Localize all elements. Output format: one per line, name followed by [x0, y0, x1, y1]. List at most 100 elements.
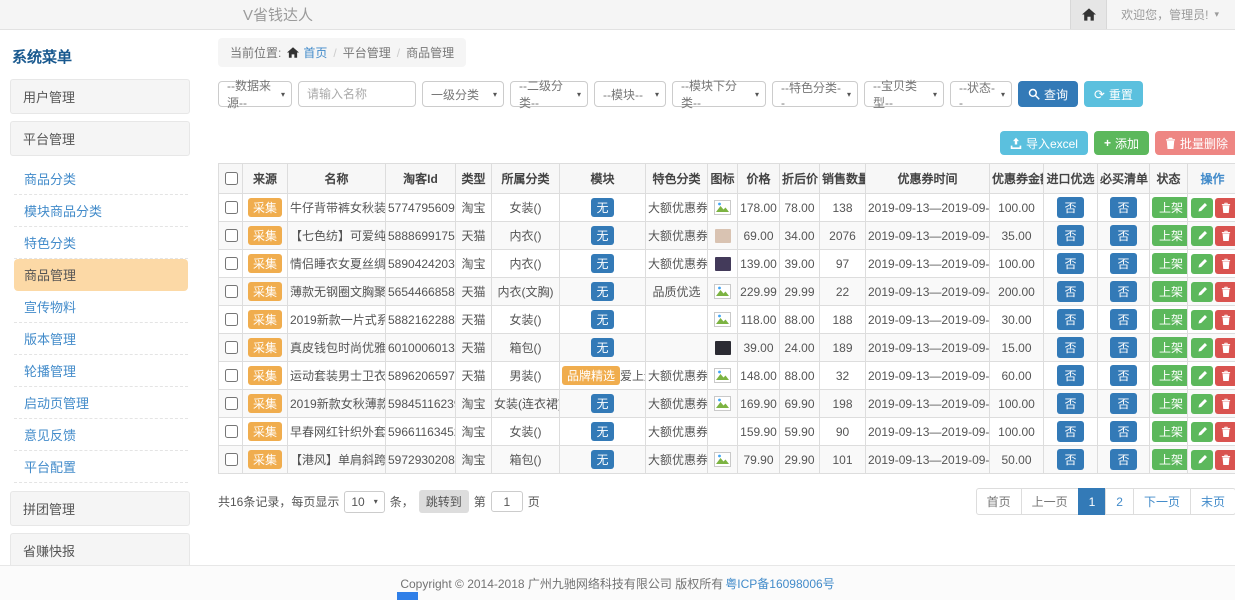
status-button[interactable]: 上架: [1152, 253, 1188, 274]
status-button[interactable]: 上架: [1152, 365, 1188, 386]
edit-button[interactable]: [1191, 366, 1213, 386]
search-button[interactable]: 查询: [1018, 81, 1078, 107]
must-buy-toggle-button[interactable]: 否: [1110, 197, 1136, 218]
sidebar-item-group-buy-management[interactable]: 拼团管理: [10, 491, 190, 526]
first-page-button[interactable]: 首页: [976, 488, 1022, 515]
sidebar-item-feature-category[interactable]: 特色分类: [14, 227, 188, 259]
sidebar-item-save-earn-news[interactable]: 省赚快报: [10, 533, 190, 565]
row-checkbox[interactable]: [225, 369, 238, 382]
must-buy-toggle-button[interactable]: 否: [1110, 365, 1136, 386]
status-button[interactable]: 上架: [1152, 197, 1188, 218]
batch-delete-button[interactable]: 批量删除: [1155, 131, 1235, 155]
delete-button[interactable]: [1215, 450, 1235, 470]
must-buy-toggle-button[interactable]: 否: [1110, 281, 1136, 302]
select-all-checkbox[interactable]: [225, 172, 238, 185]
sidebar-item-splash-page-management[interactable]: 启动页管理: [14, 387, 188, 419]
edit-button[interactable]: [1191, 422, 1213, 442]
edit-button[interactable]: [1191, 282, 1213, 302]
prev-page-button[interactable]: 上一页: [1021, 488, 1079, 515]
status-button[interactable]: 上架: [1152, 421, 1188, 442]
row-checkbox[interactable]: [225, 453, 238, 466]
sidebar-item-user-management[interactable]: 用户管理: [10, 79, 190, 114]
sidebar-item-version-management[interactable]: 版本管理: [14, 323, 188, 355]
status-button[interactable]: 上架: [1152, 393, 1188, 414]
row-checkbox[interactable]: [225, 397, 238, 410]
last-page-button[interactable]: 末页: [1190, 488, 1235, 515]
breadcrumb-item[interactable]: 平台管理: [343, 44, 391, 61]
jump-button[interactable]: 跳转到: [419, 490, 469, 513]
must-buy-toggle-button[interactable]: 否: [1110, 309, 1136, 330]
must-buy-toggle-button[interactable]: 否: [1110, 449, 1136, 470]
import-toggle-button[interactable]: 否: [1057, 337, 1083, 358]
edit-button[interactable]: [1191, 226, 1213, 246]
sidebar-item-promo-material[interactable]: 宣传物料: [14, 291, 188, 323]
delete-button[interactable]: [1215, 198, 1235, 218]
status-button[interactable]: 上架: [1152, 309, 1188, 330]
sidebar-item-carousel-management[interactable]: 轮播管理: [14, 355, 188, 387]
sidebar-item-goods-management[interactable]: 商品管理: [14, 259, 188, 291]
filter-select-item-type[interactable]: --宝贝类型--▾: [864, 81, 944, 107]
scrollbar-thumb[interactable]: [397, 592, 418, 600]
status-button[interactable]: 上架: [1152, 449, 1188, 470]
filter-select-module-sub[interactable]: --模块下分类--▾: [672, 81, 766, 107]
page-1-button[interactable]: 1: [1078, 488, 1107, 515]
icp-link[interactable]: 粤ICP备16098006号: [725, 575, 834, 592]
must-buy-toggle-button[interactable]: 否: [1110, 337, 1136, 358]
breadcrumb-home-link[interactable]: 首页: [287, 44, 327, 61]
import-toggle-button[interactable]: 否: [1057, 365, 1083, 386]
import-toggle-button[interactable]: 否: [1057, 309, 1083, 330]
filter-select-status[interactable]: --状态--▾: [950, 81, 1012, 107]
edit-button[interactable]: [1191, 394, 1213, 414]
filter-select-module[interactable]: --模块--▾: [594, 81, 666, 107]
page-number-input[interactable]: [491, 491, 523, 512]
edit-button[interactable]: [1191, 450, 1213, 470]
row-checkbox[interactable]: [225, 257, 238, 270]
filter-select-level2[interactable]: --二级分类--▾: [510, 81, 588, 107]
filter-input-name[interactable]: [298, 81, 416, 107]
row-checkbox[interactable]: [225, 201, 238, 214]
page-2-button[interactable]: 2: [1105, 488, 1134, 515]
row-checkbox[interactable]: [225, 425, 238, 438]
edit-button[interactable]: [1191, 310, 1213, 330]
delete-button[interactable]: [1215, 310, 1235, 330]
filter-select-feature[interactable]: --特色分类--▾: [772, 81, 858, 107]
import-toggle-button[interactable]: 否: [1057, 421, 1083, 442]
delete-button[interactable]: [1215, 394, 1235, 414]
row-checkbox[interactable]: [225, 313, 238, 326]
row-checkbox[interactable]: [225, 341, 238, 354]
delete-button[interactable]: [1215, 338, 1235, 358]
import-toggle-button[interactable]: 否: [1057, 197, 1083, 218]
delete-button[interactable]: [1215, 422, 1235, 442]
filter-select-data-source[interactable]: --数据来源--▾: [218, 81, 292, 107]
status-button[interactable]: 上架: [1152, 281, 1188, 302]
import-toggle-button[interactable]: 否: [1057, 449, 1083, 470]
delete-button[interactable]: [1215, 366, 1235, 386]
delete-button[interactable]: [1215, 254, 1235, 274]
row-checkbox[interactable]: [225, 285, 238, 298]
import-toggle-button[interactable]: 否: [1057, 253, 1083, 274]
must-buy-toggle-button[interactable]: 否: [1110, 253, 1136, 274]
edit-button[interactable]: [1191, 254, 1213, 274]
delete-button[interactable]: [1215, 226, 1235, 246]
sidebar-item-goods-category[interactable]: 商品分类: [14, 163, 188, 195]
delete-button[interactable]: [1215, 282, 1235, 302]
import-toggle-button[interactable]: 否: [1057, 281, 1083, 302]
edit-button[interactable]: [1191, 198, 1213, 218]
must-buy-toggle-button[interactable]: 否: [1110, 421, 1136, 442]
sidebar-item-platform-config[interactable]: 平台配置: [14, 451, 188, 483]
import-toggle-button[interactable]: 否: [1057, 393, 1083, 414]
sidebar-item-module-goods-category[interactable]: 模块商品分类: [14, 195, 188, 227]
reset-button[interactable]: ⟳ 重置: [1084, 81, 1143, 107]
sidebar-item-platform-management[interactable]: 平台管理: [10, 121, 190, 156]
row-checkbox[interactable]: [225, 229, 238, 242]
import-toggle-button[interactable]: 否: [1057, 225, 1083, 246]
status-button[interactable]: 上架: [1152, 225, 1188, 246]
filter-select-level1[interactable]: 一级分类▾: [422, 81, 504, 107]
status-button[interactable]: 上架: [1152, 337, 1188, 358]
user-menu[interactable]: 欢迎您，管理员! ▾: [1107, 0, 1235, 29]
page-size-select[interactable]: 10 ▾: [344, 491, 384, 513]
breadcrumb-item[interactable]: 商品管理: [406, 44, 454, 61]
sidebar-item-feedback[interactable]: 意见反馈: [14, 419, 188, 451]
home-button[interactable]: [1070, 0, 1107, 29]
edit-button[interactable]: [1191, 338, 1213, 358]
